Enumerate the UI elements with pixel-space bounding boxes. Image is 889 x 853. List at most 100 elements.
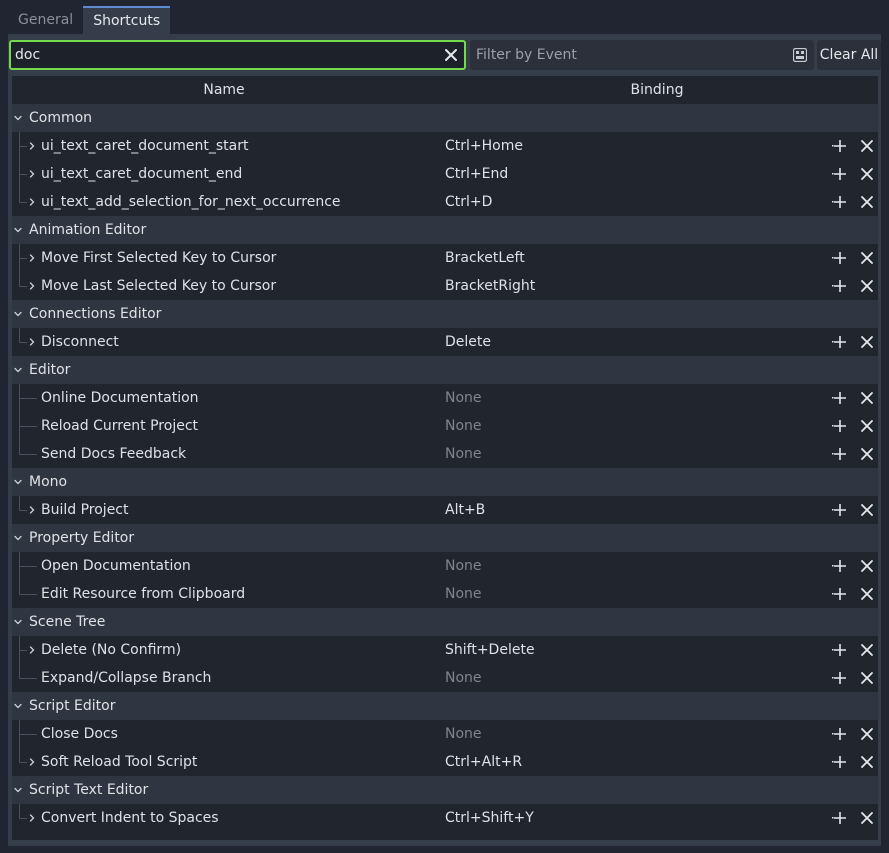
plus-icon[interactable] [832, 447, 846, 461]
plus-icon[interactable] [832, 503, 846, 517]
shortcut-binding[interactable]: Ctrl+End [445, 160, 508, 188]
chevron-down-icon[interactable] [13, 225, 23, 235]
shortcut-row[interactable]: Open Documentation None [12, 552, 878, 580]
close-icon[interactable] [860, 391, 874, 405]
close-icon[interactable] [860, 195, 874, 209]
category-row[interactable]: Editor [12, 356, 878, 384]
shortcut-row[interactable]: Online Documentation None [12, 384, 878, 412]
plus-icon[interactable] [832, 643, 846, 657]
shortcut-row[interactable]: Build Project Alt+B [12, 496, 878, 524]
shortcut-binding[interactable]: Ctrl+Alt+R [445, 748, 522, 776]
close-icon[interactable] [444, 48, 458, 62]
plus-icon[interactable] [832, 391, 846, 405]
shortcut-row[interactable]: Move First Selected Key to Cursor Bracket… [12, 244, 878, 272]
shortcut-binding[interactable]: None [445, 580, 482, 608]
chevron-right-icon[interactable] [27, 813, 37, 823]
shortcut-row[interactable]: Convert Indent to Spaces Ctrl+Shift+Y [12, 804, 878, 832]
shortcut-row[interactable]: Send Docs Feedback None [12, 440, 878, 468]
search-input[interactable] [15, 45, 435, 65]
shortcut-row[interactable]: Close Docs None [12, 720, 878, 748]
close-icon[interactable] [860, 419, 874, 433]
close-icon[interactable] [860, 503, 874, 517]
keyboard-icon[interactable] [793, 48, 807, 62]
chevron-down-icon[interactable] [13, 477, 23, 487]
column-header-name[interactable]: Name [12, 76, 436, 104]
category-row[interactable]: Script Text Editor [12, 776, 878, 804]
plus-icon[interactable] [832, 727, 846, 741]
shortcut-binding[interactable]: Shift+Delete [445, 636, 535, 664]
chevron-down-icon[interactable] [13, 365, 23, 375]
close-icon[interactable] [860, 335, 874, 349]
shortcut-binding[interactable]: Delete [445, 328, 491, 356]
close-icon[interactable] [860, 559, 874, 573]
shortcut-binding[interactable]: Ctrl+Home [445, 132, 523, 160]
shortcut-binding[interactable]: BracketRight [445, 272, 535, 300]
category-row[interactable]: Scene Tree [12, 608, 878, 636]
plus-icon[interactable] [832, 811, 846, 825]
plus-icon[interactable] [832, 195, 846, 209]
plus-icon[interactable] [832, 755, 846, 769]
shortcut-row[interactable]: ui_text_caret_document_start Ctrl+Home [12, 132, 878, 160]
category-row[interactable]: Connections Editor [12, 300, 878, 328]
shortcut-row[interactable]: ui_text_add_selection_for_next_occurrenc… [12, 188, 878, 216]
shortcut-row[interactable]: Soft Reload Tool Script Ctrl+Alt+R [12, 748, 878, 776]
shortcut-row[interactable]: Delete (No Confirm) Shift+Delete [12, 636, 878, 664]
tab-general[interactable]: General [8, 6, 83, 34]
chevron-right-icon[interactable] [27, 337, 37, 347]
close-icon[interactable] [860, 755, 874, 769]
chevron-right-icon[interactable] [27, 757, 37, 767]
chevron-right-icon[interactable] [27, 141, 37, 151]
shortcut-binding[interactable]: None [445, 720, 482, 748]
close-icon[interactable] [860, 251, 874, 265]
tab-shortcuts[interactable]: Shortcuts [83, 6, 171, 34]
shortcut-binding[interactable]: None [445, 552, 482, 580]
shortcut-binding[interactable]: None [445, 384, 482, 412]
shortcut-binding[interactable]: BracketLeft [445, 244, 525, 272]
chevron-right-icon[interactable] [27, 253, 37, 263]
shortcut-row[interactable]: Disconnect Delete [12, 328, 878, 356]
shortcut-binding[interactable]: Alt+B [445, 496, 485, 524]
chevron-right-icon[interactable] [27, 197, 37, 207]
close-icon[interactable] [860, 279, 874, 293]
category-row[interactable]: Property Editor [12, 524, 878, 552]
shortcut-binding[interactable]: None [445, 412, 482, 440]
chevron-down-icon[interactable] [13, 309, 23, 319]
chevron-right-icon[interactable] [27, 169, 37, 179]
plus-icon[interactable] [832, 559, 846, 573]
shortcut-row[interactable]: ui_text_caret_document_end Ctrl+End [12, 160, 878, 188]
chevron-down-icon[interactable] [13, 701, 23, 711]
chevron-right-icon[interactable] [27, 505, 37, 515]
chevron-right-icon[interactable] [27, 281, 37, 291]
chevron-down-icon[interactable] [13, 533, 23, 543]
plus-icon[interactable] [832, 139, 846, 153]
category-row[interactable]: Animation Editor [12, 216, 878, 244]
plus-icon[interactable] [832, 335, 846, 349]
chevron-down-icon[interactable] [13, 617, 23, 627]
close-icon[interactable] [860, 671, 874, 685]
chevron-down-icon[interactable] [13, 113, 23, 123]
column-header-binding[interactable]: Binding [436, 76, 878, 104]
plus-icon[interactable] [832, 167, 846, 181]
chevron-down-icon[interactable] [13, 785, 23, 795]
shortcut-row[interactable]: Reload Current Project None [12, 412, 878, 440]
shortcut-binding[interactable]: Ctrl+Shift+Y [445, 804, 534, 832]
close-icon[interactable] [860, 727, 874, 741]
category-row[interactable]: Script Editor [12, 692, 878, 720]
plus-icon[interactable] [832, 251, 846, 265]
chevron-right-icon[interactable] [27, 645, 37, 655]
close-icon[interactable] [860, 447, 874, 461]
close-icon[interactable] [860, 167, 874, 181]
close-icon[interactable] [860, 139, 874, 153]
shortcut-binding[interactable]: None [445, 664, 482, 692]
shortcut-row[interactable]: Move Last Selected Key to Cursor BracketR… [12, 272, 878, 300]
clear-all-button[interactable]: Clear All [817, 40, 881, 70]
plus-icon[interactable] [832, 671, 846, 685]
filter-by-event-input[interactable] [476, 45, 776, 65]
shortcut-binding[interactable]: Ctrl+D [445, 188, 492, 216]
shortcut-row[interactable]: Expand/Collapse Branch None [12, 664, 878, 692]
plus-icon[interactable] [832, 419, 846, 433]
close-icon[interactable] [860, 587, 874, 601]
shortcut-binding[interactable]: None [445, 440, 482, 468]
plus-icon[interactable] [832, 587, 846, 601]
close-icon[interactable] [860, 811, 874, 825]
